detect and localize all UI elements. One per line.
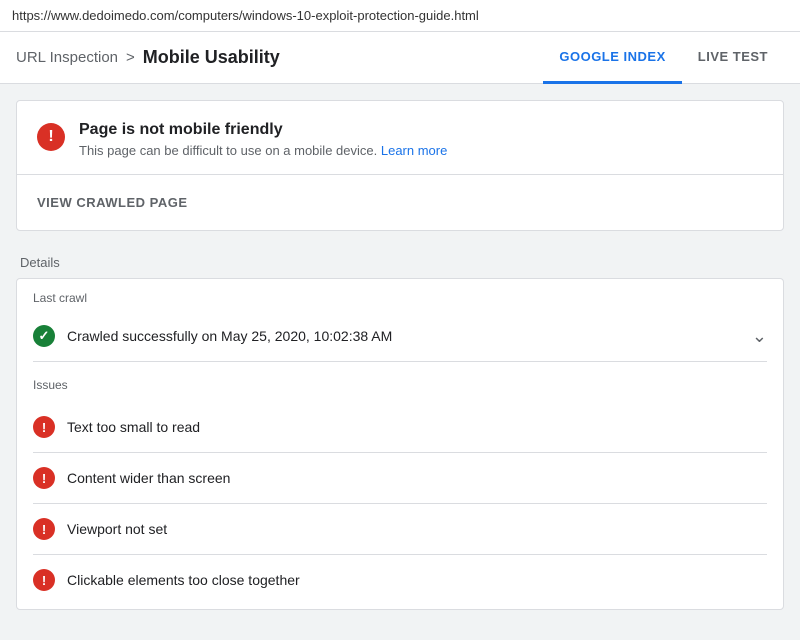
issue-text: Text too small to read — [67, 419, 200, 435]
not-mobile-friendly-icon: ! — [37, 123, 65, 151]
status-text: Page is not mobile friendly This page ca… — [79, 121, 447, 158]
view-crawled-section: VIEW CRAWLED PAGE — [17, 174, 783, 230]
tab-google-index[interactable]: GOOGLE INDEX — [543, 32, 681, 84]
breadcrumb-current-page: Mobile Usability — [143, 47, 280, 68]
issue-error-icon: ! — [33, 467, 55, 489]
issue-row: ! Text too small to read — [33, 402, 767, 453]
top-bar: URL Inspection > Mobile Usability GOOGLE… — [0, 32, 800, 84]
tabs-container: GOOGLE INDEX LIVE TEST — [543, 32, 784, 83]
issue-row: ! Content wider than screen — [33, 453, 767, 504]
status-section: ! Page is not mobile friendly This page … — [17, 101, 783, 158]
breadcrumb: URL Inspection > Mobile Usability — [16, 47, 280, 68]
tab-live-test[interactable]: LIVE TEST — [682, 32, 784, 84]
url-text: https://www.dedoimedo.com/computers/wind… — [12, 8, 479, 23]
issue-text: Clickable elements too close together — [67, 572, 300, 588]
issue-row: ! Clickable elements too close together — [33, 555, 767, 605]
crawl-left: ✓ Crawled successfully on May 25, 2020, … — [33, 325, 392, 347]
breadcrumb-url-inspection[interactable]: URL Inspection — [16, 49, 118, 66]
issues-section: Issues ! Text too small to read ! Conten… — [17, 366, 783, 609]
last-crawl-label: Last crawl — [33, 291, 767, 305]
learn-more-link[interactable]: Learn more — [381, 143, 447, 158]
crawl-text: Crawled successfully on May 25, 2020, 10… — [67, 328, 392, 344]
issue-error-icon: ! — [33, 518, 55, 540]
status-title: Page is not mobile friendly — [79, 121, 447, 139]
details-label: Details — [16, 247, 784, 278]
issue-error-icon: ! — [33, 416, 55, 438]
crawl-success-icon: ✓ — [33, 325, 55, 347]
issues-label: Issues — [33, 378, 767, 392]
crawl-row: ✓ Crawled successfully on May 25, 2020, … — [33, 315, 767, 362]
chevron-down-icon[interactable]: ⌄ — [752, 326, 767, 347]
view-crawled-button[interactable]: VIEW CRAWLED PAGE — [37, 191, 188, 214]
issue-error-icon: ! — [33, 569, 55, 591]
last-crawl-section: Last crawl ✓ Crawled successfully on May… — [17, 279, 783, 366]
issue-text: Viewport not set — [67, 521, 167, 537]
breadcrumb-separator: > — [126, 49, 135, 66]
issue-row: ! Viewport not set — [33, 504, 767, 555]
issue-text: Content wider than screen — [67, 470, 230, 486]
url-bar: https://www.dedoimedo.com/computers/wind… — [0, 0, 800, 32]
main-content: ! Page is not mobile friendly This page … — [0, 84, 800, 626]
status-description: This page can be difficult to use on a m… — [79, 143, 447, 158]
status-card: ! Page is not mobile friendly This page … — [16, 100, 784, 231]
details-card: Last crawl ✓ Crawled successfully on May… — [16, 278, 784, 610]
